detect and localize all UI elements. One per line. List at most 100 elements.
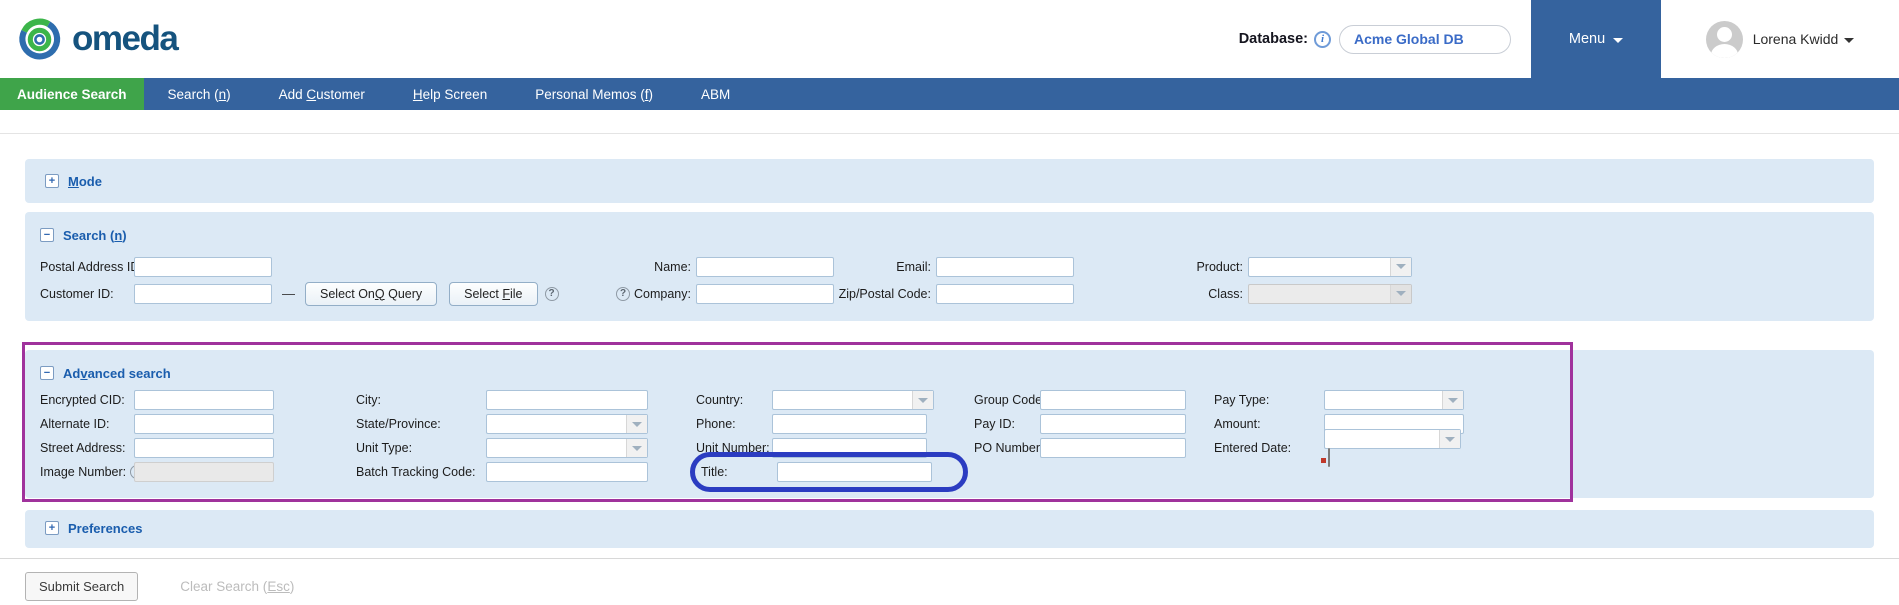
section-mode[interactable]: + Mode [25, 159, 1874, 203]
class-select [1248, 284, 1412, 304]
encrypted-cid-input[interactable] [134, 390, 274, 410]
nav-label: Add Customer [279, 87, 365, 102]
dropdown-arrow-icon[interactable] [1390, 258, 1411, 276]
nav-label: ABM [701, 87, 730, 102]
unit-type-select[interactable] [486, 438, 648, 458]
dropdown-arrow-icon[interactable] [1439, 430, 1460, 448]
product-select[interactable] [1248, 257, 1412, 277]
section-search: − Search (n) Postal Address ID: Name: Em… [25, 212, 1874, 321]
nav-tab-search[interactable]: Search (n) [144, 78, 255, 110]
range-dash: — [282, 286, 295, 301]
customer-id-input[interactable] [134, 284, 272, 304]
entered-date-label: Entered Date: [1214, 441, 1324, 455]
company-input[interactable] [696, 284, 834, 304]
phone-input[interactable] [772, 414, 927, 434]
phone-label: Phone: [696, 417, 772, 431]
chevron-down-icon [1844, 38, 1854, 43]
user-menu[interactable]: Lorena Kwidd [1661, 21, 1899, 58]
database-label: Database: [1239, 31, 1308, 47]
batch-tracking-code-input[interactable] [486, 462, 648, 482]
select-file-button[interactable]: Select File [449, 282, 537, 306]
section-preferences[interactable]: + Preferences [25, 510, 1874, 548]
advanced-search-wrap: − Advanced search Encrypted CID: City: C… [25, 350, 1874, 498]
country-label: Country: [696, 393, 772, 407]
batch-tracking-code-label: Batch Tracking Code: [356, 465, 486, 479]
dropdown-arrow-icon [1390, 285, 1411, 303]
expand-icon[interactable]: + [45, 174, 59, 188]
nav-tab-help-screen[interactable]: Help Screen [389, 78, 511, 110]
nav-label: Audience Search [17, 87, 127, 102]
alternate-id-input[interactable] [134, 414, 274, 434]
nav-tab-abm[interactable]: ABM [677, 78, 754, 110]
pay-type-label: Pay Type: [1214, 393, 1324, 407]
dropdown-arrow-icon[interactable] [626, 415, 647, 433]
advanced-row-4: Image Number: ? Batch Tracking Code: Tit… [40, 460, 1859, 484]
select-onq-query-button[interactable]: Select OnQ Query [305, 282, 437, 306]
database-input[interactable] [1339, 25, 1511, 54]
group-code-label: Group Code: [974, 393, 1040, 407]
street-address-input[interactable] [134, 438, 274, 458]
nav-tab-add-customer[interactable]: Add Customer [255, 78, 389, 110]
section-header-search[interactable]: − Search (n) [40, 224, 1859, 246]
alternate-id-label: Alternate ID: [40, 417, 134, 431]
menu-button[interactable]: Menu [1531, 0, 1661, 78]
main-navbar: Audience Search Search (n) Add Customer … [0, 78, 1899, 110]
omeda-logo-icon [16, 16, 63, 63]
title-input[interactable] [777, 462, 932, 482]
collapse-icon[interactable]: − [40, 366, 54, 380]
section-title-advanced[interactable]: Advanced search [63, 366, 171, 381]
name-label: Name: [534, 260, 696, 274]
header-right: Database: i Menu Lorena Kwidd [1239, 0, 1899, 78]
image-number-label: Image Number: [40, 465, 126, 479]
email-input[interactable] [936, 257, 1074, 277]
omeda-logo[interactable]: omeda [0, 0, 177, 78]
city-label: City: [356, 393, 486, 407]
dropdown-arrow-icon[interactable] [912, 391, 933, 409]
entered-date-select[interactable] [1324, 429, 1461, 449]
zip-postal-code-input[interactable] [936, 284, 1074, 304]
menu-label: Menu [1569, 31, 1605, 47]
group-code-input[interactable] [1040, 390, 1186, 410]
submit-search-button[interactable]: Submit Search [25, 572, 138, 601]
title-label: Title: [701, 465, 777, 479]
calendar-icon[interactable] [1328, 448, 1330, 467]
state-province-label: State/Province: [356, 417, 486, 431]
pay-type-select[interactable] [1324, 390, 1464, 410]
nav-tab-audience-search[interactable]: Audience Search [0, 78, 144, 110]
section-title-search[interactable]: Search (n) [63, 228, 127, 243]
section-advanced-search: − Advanced search Encrypted CID: City: C… [25, 350, 1874, 498]
postal-address-id-input[interactable] [134, 257, 272, 277]
advanced-row-2: Alternate ID: State/Province: Phone: Pay… [40, 412, 1859, 436]
email-label: Email: [836, 260, 936, 274]
nav-label: Help Screen [413, 87, 487, 102]
app-header: omeda Database: i Menu Lorena Kwidd [0, 0, 1899, 78]
dropdown-arrow-icon[interactable] [626, 439, 647, 457]
zip-postal-code-label: Zip/Postal Code: [836, 287, 936, 301]
expand-icon[interactable]: + [45, 521, 59, 535]
country-select[interactable] [772, 390, 934, 410]
section-title-mode[interactable]: Mode [68, 174, 102, 189]
nav-tab-personal-memos[interactable]: Personal Memos (f) [511, 78, 677, 110]
logo-wordmark: omeda [72, 19, 177, 59]
chevron-down-icon [1613, 38, 1623, 43]
nav-label: Personal Memos (f) [535, 87, 653, 102]
info-icon[interactable]: i [1314, 31, 1331, 48]
product-label: Product: [1074, 260, 1248, 274]
po-number-input[interactable] [1040, 438, 1186, 458]
encrypted-cid-label: Encrypted CID: [40, 393, 134, 407]
unit-type-label: Unit Type: [356, 441, 486, 455]
dropdown-arrow-icon[interactable] [1442, 391, 1463, 409]
city-input[interactable] [486, 390, 648, 410]
pay-id-label: Pay ID: [974, 417, 1040, 431]
image-number-label-wrap: Image Number: ? [40, 465, 134, 479]
section-title-preferences[interactable]: Preferences [68, 521, 142, 536]
name-input[interactable] [696, 257, 834, 277]
pay-id-input[interactable] [1040, 414, 1186, 434]
section-header-advanced[interactable]: − Advanced search [40, 362, 1859, 384]
search-fields-grid: Postal Address ID: Name: Email: Product:… [40, 253, 1859, 307]
help-icon[interactable]: ? [616, 287, 630, 301]
class-label: Class: [1074, 287, 1248, 301]
state-province-select[interactable] [486, 414, 648, 434]
clear-search-link[interactable]: Clear Search (Esc) [180, 579, 294, 594]
collapse-icon[interactable]: − [40, 228, 54, 242]
